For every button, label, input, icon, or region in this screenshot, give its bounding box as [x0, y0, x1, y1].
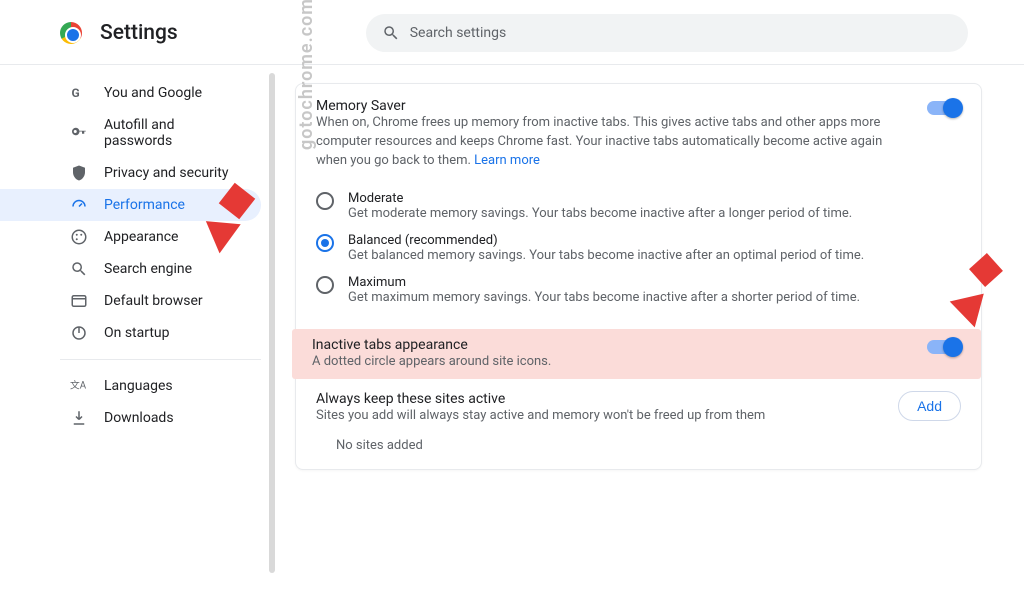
sidebar-item-label: Languages — [104, 378, 173, 394]
sidebar-item-label: Autofill and passwords — [104, 117, 243, 149]
inactive-tabs-appearance-row: Inactive tabs appearance A dotted circle… — [292, 329, 981, 380]
memory-saver-toggle[interactable] — [927, 101, 961, 115]
page-title: Settings — [100, 21, 178, 45]
download-icon — [70, 409, 88, 427]
shield-icon — [70, 164, 88, 182]
search-icon — [70, 260, 88, 278]
sidebar-divider — [60, 359, 261, 360]
main-content: Memory Saver When on, Chrome frees up me… — [275, 65, 1024, 593]
sidebar-item-label: On startup — [104, 325, 170, 341]
sidebar-item-label: Downloads — [104, 410, 174, 426]
key-icon — [70, 124, 88, 142]
always-active-title: Always keep these sites active — [316, 391, 765, 407]
radio-maximum[interactable] — [316, 276, 334, 294]
power-icon — [70, 324, 88, 342]
settings-card: Memory Saver When on, Chrome frees up me… — [295, 83, 982, 470]
option-title: Moderate — [348, 191, 852, 206]
option-title: Maximum — [348, 275, 860, 290]
always-active-desc: Sites you add will always stay active an… — [316, 407, 765, 426]
option-desc: Get moderate memory savings. Your tabs b… — [348, 206, 852, 221]
inactive-appearance-desc: A dotted circle appears around site icon… — [312, 353, 909, 372]
palette-icon — [70, 228, 88, 246]
option-desc: Get balanced memory savings. Your tabs b… — [348, 248, 864, 263]
sidebar-item-label: Default browser — [104, 293, 203, 309]
option-title: Balanced (recommended) — [348, 233, 864, 248]
watermark-text: gotochrome.com — [296, 0, 317, 150]
sidebar-item-label: Search engine — [104, 261, 192, 277]
memory-saver-title: Memory Saver — [316, 98, 909, 114]
sidebar-item-label: Appearance — [104, 229, 178, 245]
memory-saver-description: When on, Chrome frees up memory from ina… — [316, 114, 909, 171]
sidebar-item-on-startup[interactable]: On startup — [0, 317, 261, 349]
learn-more-link[interactable]: Learn more — [474, 153, 540, 168]
sidebar-item-label: Privacy and security — [104, 165, 228, 181]
header: Settings Search settings — [0, 0, 1024, 62]
sidebar-item-languages[interactable]: 文A Languages — [0, 370, 261, 402]
radio-moderate[interactable] — [316, 192, 334, 210]
svg-text:文A: 文A — [70, 378, 87, 391]
sidebar-item-autofill-passwords[interactable]: Autofill and passwords — [0, 109, 261, 157]
svg-text:G: G — [72, 86, 80, 100]
sidebar: G You and Google Autofill and passwords … — [0, 65, 275, 593]
inactive-appearance-title: Inactive tabs appearance — [312, 337, 909, 353]
search-input[interactable]: Search settings — [366, 14, 968, 52]
sidebar-item-search-engine[interactable]: Search engine — [0, 253, 261, 285]
radio-balanced[interactable] — [316, 234, 334, 252]
inactive-appearance-toggle[interactable] — [927, 340, 961, 354]
sidebar-item-downloads[interactable]: Downloads — [0, 402, 261, 434]
sidebar-item-label: Performance — [104, 197, 185, 213]
option-desc: Get maximum memory savings. Your tabs be… — [348, 290, 860, 305]
speedometer-icon — [70, 196, 88, 214]
browser-icon — [70, 292, 88, 310]
search-placeholder: Search settings — [410, 25, 507, 41]
sidebar-item-label: You and Google — [104, 85, 202, 101]
sidebar-item-you-and-google[interactable]: G You and Google — [0, 77, 261, 109]
chrome-logo-icon — [60, 22, 82, 44]
search-icon — [382, 24, 400, 42]
google-g-icon: G — [70, 84, 88, 102]
translate-icon: 文A — [70, 377, 88, 395]
sidebar-item-default-browser[interactable]: Default browser — [0, 285, 261, 317]
no-sites-text: No sites added — [296, 428, 981, 457]
sidebar-item-privacy-security[interactable]: Privacy and security — [0, 157, 261, 189]
add-button[interactable]: Add — [898, 391, 961, 421]
